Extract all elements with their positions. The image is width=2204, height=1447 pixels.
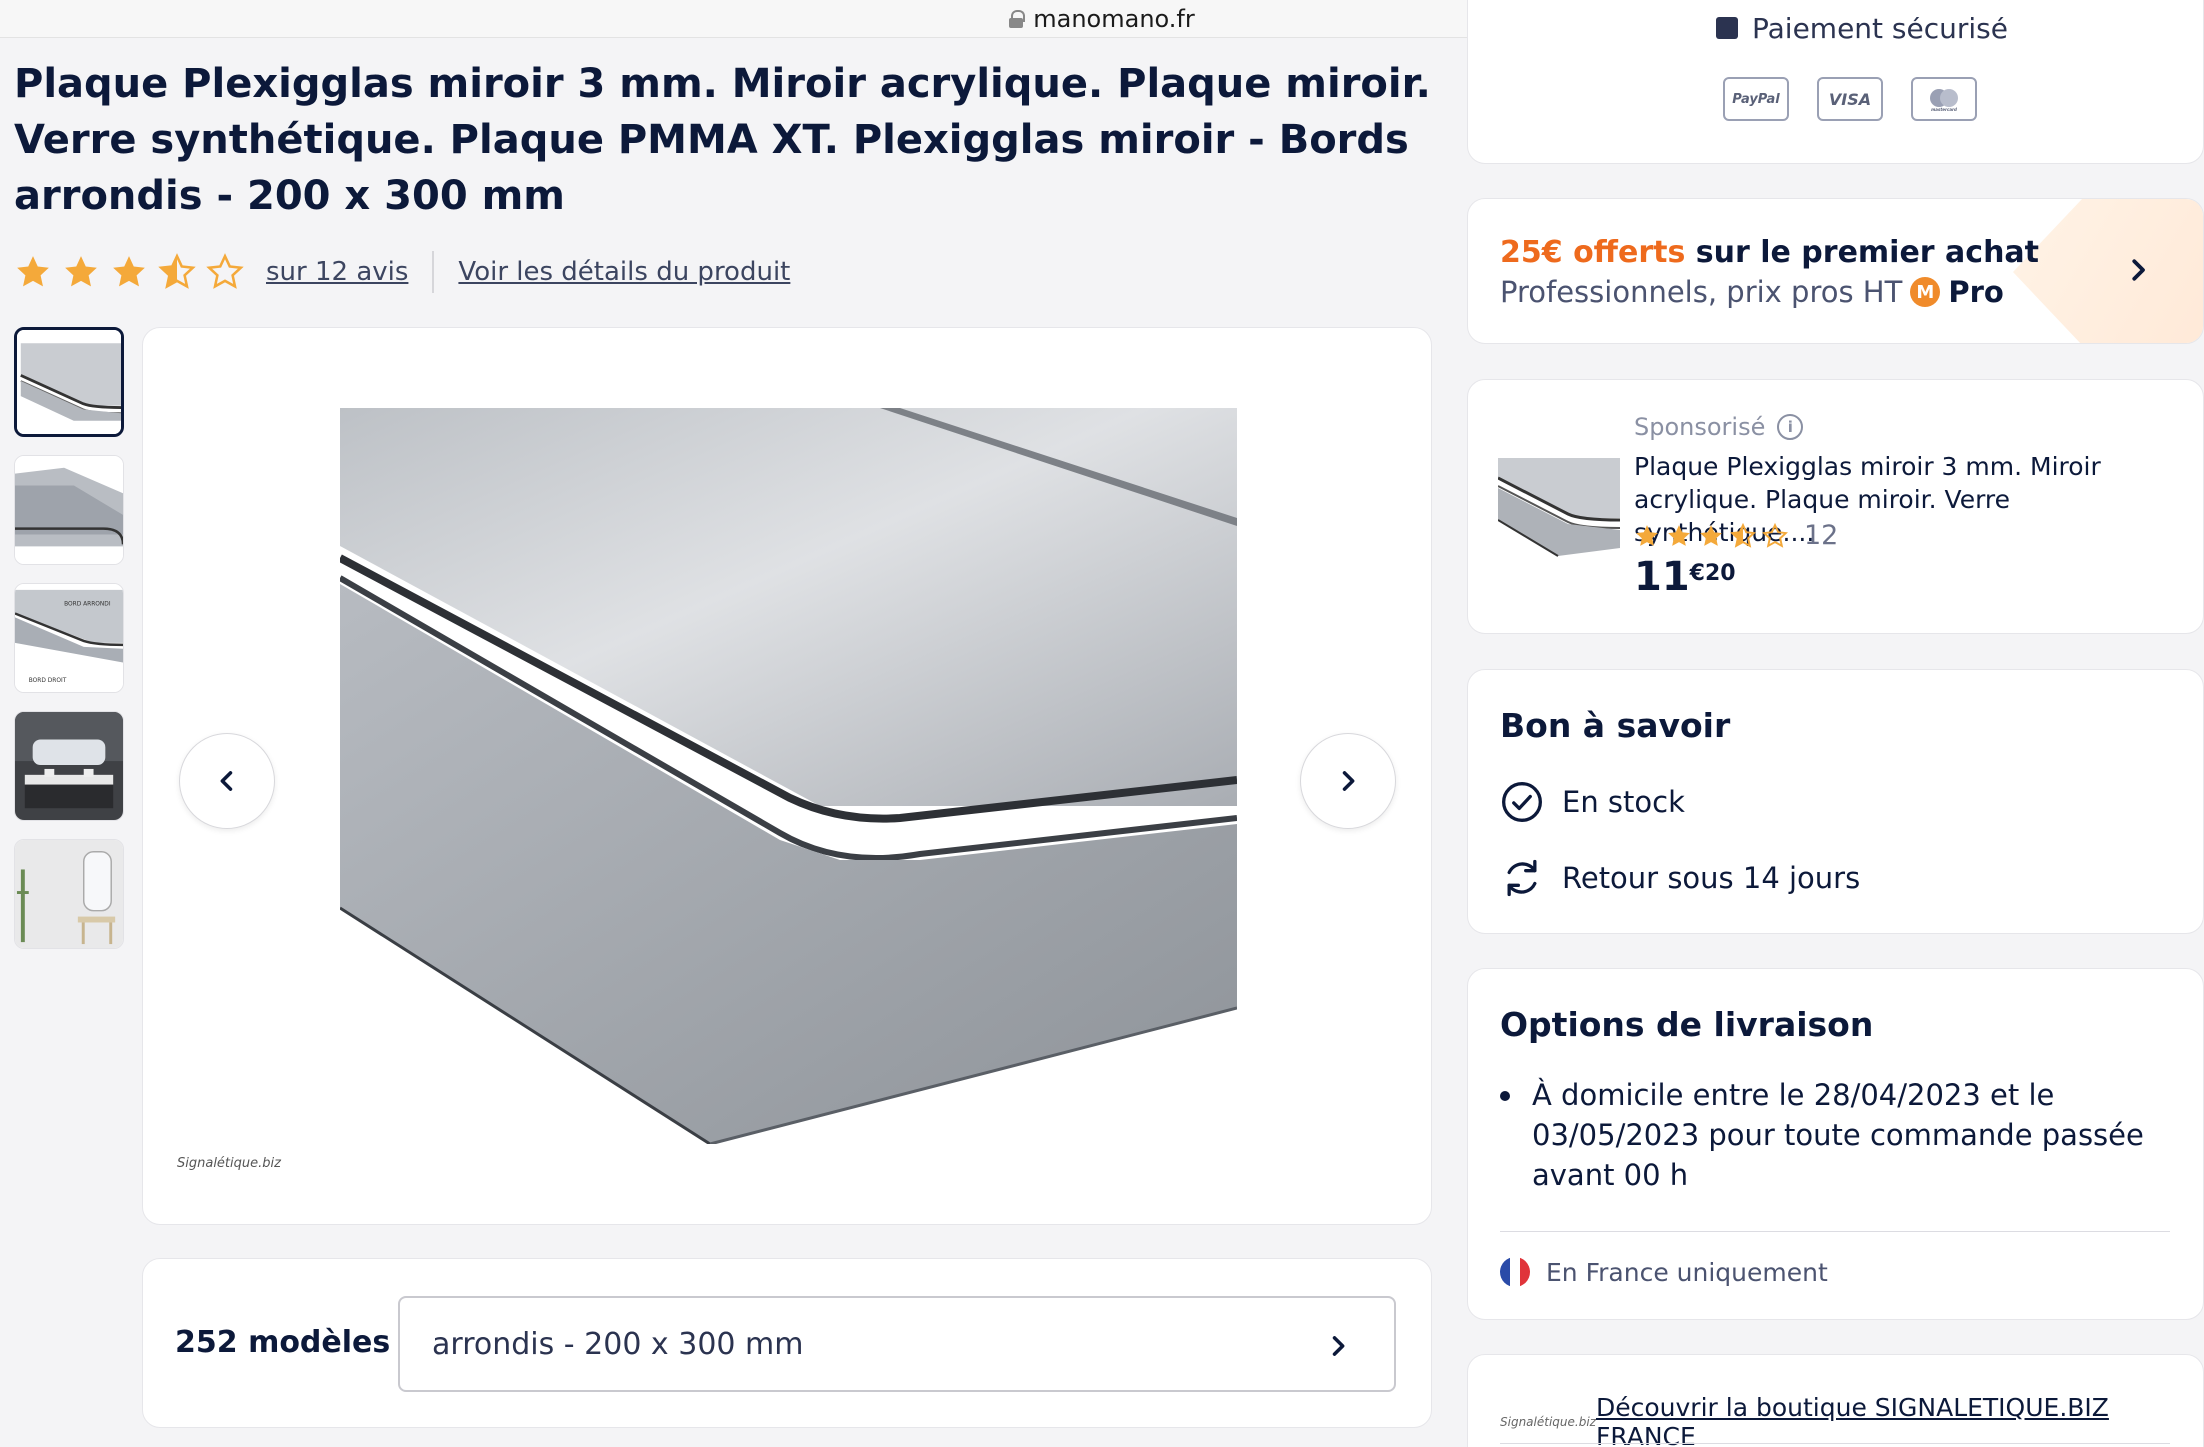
- product-gallery: Signalétique.biz: [142, 327, 1432, 1225]
- product-main-image: [340, 408, 1237, 1144]
- star-full-icon: [1636, 524, 1658, 546]
- shipping-heading: Options de livraison: [1500, 1005, 1874, 1044]
- divider: [1500, 1231, 2170, 1232]
- star-full-icon: [17, 256, 49, 287]
- product-stars: [14, 253, 244, 291]
- shop-logo: Signalétique.biz: [1500, 1415, 1596, 1429]
- sponsored-label: Sponsorisé i: [1634, 413, 1804, 441]
- sponsored-price: 11€20: [1634, 554, 1736, 600]
- mirror-thumbnail-image: [17, 330, 121, 434]
- product-rating-row: sur 12 avis Voir les détails du produit: [14, 246, 790, 298]
- svg-text:BORD DROIT: BORD DROIT: [29, 678, 67, 684]
- star-full-icon: [1668, 524, 1690, 546]
- payment-methods: PayPal VISA mastercard: [1723, 77, 1977, 121]
- shipping-options-card: Options de livraison À domicile entre le…: [1467, 968, 2204, 1320]
- product-title: Plaque Plexigglas miroir 3 mm. Miroir ac…: [14, 61, 1431, 219]
- gallery-previous-button[interactable]: [179, 733, 275, 829]
- pro-offer-headline: 25€ offerts sur le premier achat: [1500, 235, 2039, 270]
- pro-offer-subtitle-row: Professionnels, prix pros HT M Pro: [1500, 275, 2004, 309]
- thumbnail-item[interactable]: [14, 327, 124, 437]
- star-half-icon: [158, 253, 196, 289]
- visa-icon: VISA: [1817, 77, 1883, 121]
- chevron-left-icon: [220, 771, 233, 791]
- bathroom-thumbnail-image: [15, 712, 123, 820]
- mastercard-icon: mastercard: [1911, 77, 1977, 121]
- model-selected-value: arrondis - 200 x 300 mm: [432, 1326, 804, 1362]
- star-full-icon: [113, 256, 145, 287]
- shipping-country-text: En France uniquement: [1546, 1257, 1828, 1287]
- pro-offer-card[interactable]: 25€ offerts sur le premier achat Profess…: [1467, 198, 2204, 344]
- shipping-country: En France uniquement: [1500, 1257, 1828, 1287]
- pro-decoration: [2013, 199, 2203, 343]
- thumbnail-item[interactable]: BORD ARRONDI BORD DROIT: [14, 583, 124, 693]
- product-details-link[interactable]: Voir les détails du produit: [458, 257, 790, 287]
- lock-icon: [1009, 9, 1026, 28]
- pro-offer-rest: sur le premier achat: [1685, 235, 2040, 270]
- pro-word: Pro: [1948, 275, 2004, 309]
- models-count: 252 modèles: [175, 1325, 391, 1360]
- sponsored-text: Sponsorisé: [1634, 413, 1766, 441]
- france-flag-icon: [1500, 1257, 1530, 1287]
- divider: [432, 251, 435, 293]
- chevron-right-icon: [2132, 259, 2145, 281]
- check-icon: [1716, 17, 1738, 39]
- returns-row: Retour sous 14 jours: [1500, 856, 1860, 900]
- mirror-thumbnail-image: BORD ARRONDI BORD DROIT: [15, 584, 123, 692]
- manomano-pro-logo-icon: M: [1910, 277, 1941, 307]
- pro-offer-highlight: 25€ offerts: [1500, 235, 1686, 270]
- thumbnail-list: BORD ARRONDI BORD DROIT: [14, 327, 124, 967]
- svg-text:BORD ARRONDI: BORD ARRONDI: [64, 602, 111, 608]
- url-display[interactable]: manomano.fr: [1009, 4, 1195, 33]
- info-icon[interactable]: i: [1777, 414, 1804, 440]
- sponsored-rating: 12: [1634, 520, 1838, 551]
- sponsored-product-image: [1498, 458, 1620, 570]
- secure-payment-label: Paiement sécurisé: [1716, 17, 2008, 39]
- model-selector-panel: 252 modèles arrondis - 200 x 300 mm: [142, 1258, 1432, 1428]
- returns-policy: Retour sous 14 jours: [1562, 861, 1861, 895]
- secure-payment-card: Paiement sécurisé PayPal VISA mastercard: [1467, 0, 2204, 164]
- stock-row: En stock: [1500, 780, 1685, 824]
- refresh-icon: [1507, 859, 1537, 897]
- room-thumbnail-image: [15, 840, 123, 948]
- good-to-know-card: Bon à savoir En stock Retour sous 14 jou…: [1467, 669, 2204, 934]
- chevron-right-icon: [1332, 1336, 1345, 1356]
- secure-payment-text: Paiement sécurisé: [1752, 17, 2008, 39]
- paypal-icon: PayPal: [1723, 77, 1789, 121]
- shipping-option-item: À domicile entre le 28/04/2023 et le 03/…: [1500, 1075, 2152, 1195]
- star-half-icon: [1730, 522, 1756, 548]
- seller-shop-card: Signalétique.biz Découvrir la boutique S…: [1467, 1354, 2204, 1447]
- divider: [1500, 1443, 2170, 1444]
- price-cents: €20: [1689, 560, 1736, 586]
- stock-status: En stock: [1562, 785, 1685, 819]
- star-full-icon: [65, 256, 97, 287]
- model-select[interactable]: arrondis - 200 x 300 mm: [398, 1296, 1396, 1392]
- good-to-know-heading: Bon à savoir: [1500, 706, 1731, 745]
- thumbnail-item[interactable]: [14, 711, 124, 821]
- url-text: manomano.fr: [1033, 4, 1195, 33]
- thumbnail-item[interactable]: [14, 839, 124, 949]
- price-integer: 11: [1634, 554, 1690, 600]
- shop-row: Signalétique.biz Découvrir la boutique S…: [1500, 1393, 2203, 1447]
- pro-offer-subtitle: Professionnels, prix pros HT: [1500, 275, 1903, 309]
- sponsored-review-count: 12: [1804, 520, 1839, 551]
- svg-text:mastercard: mastercard: [1931, 107, 1957, 112]
- check-circle-icon: [1502, 782, 1542, 822]
- discover-shop-link[interactable]: Découvrir la boutique SIGNALETIQUE.BIZ F…: [1596, 1393, 2203, 1447]
- gallery-next-button[interactable]: [1300, 733, 1396, 829]
- mirror-thumbnail-image: [15, 456, 123, 564]
- thumbnail-item[interactable]: [14, 455, 124, 565]
- reviews-link[interactable]: sur 12 avis: [266, 257, 408, 287]
- chevron-right-icon: [1342, 771, 1355, 791]
- star-empty-icon: [206, 253, 244, 289]
- watermark-logo: Signalétique.biz: [177, 1156, 281, 1171]
- star-full-icon: [1700, 524, 1722, 546]
- star-empty-icon: [1762, 522, 1788, 548]
- sponsored-product-card[interactable]: Sponsorisé i Plaque Plexigglas miroir 3 …: [1467, 379, 2204, 634]
